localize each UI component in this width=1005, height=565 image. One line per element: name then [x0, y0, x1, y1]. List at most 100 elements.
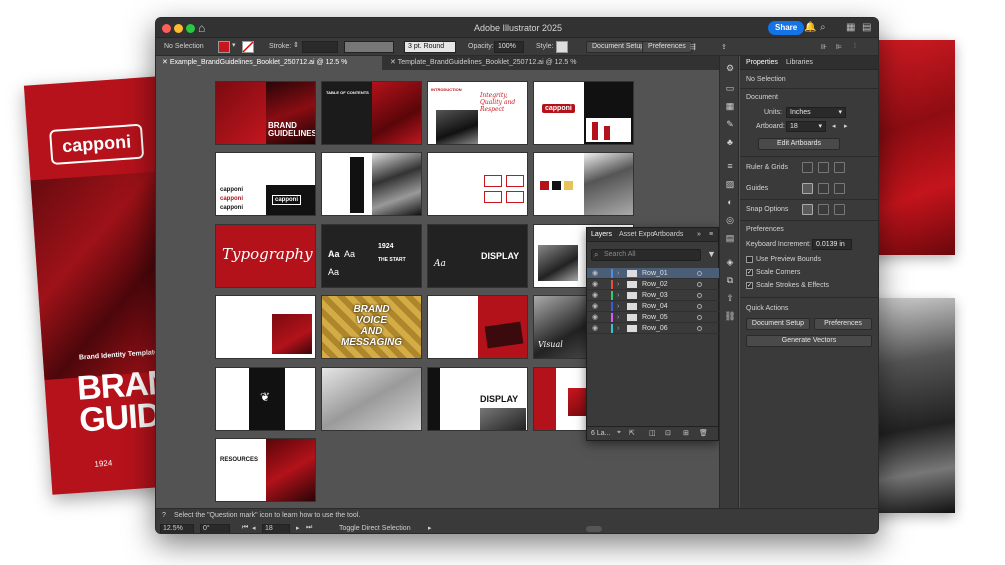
- tab-layers[interactable]: Layers: [591, 231, 612, 238]
- artboard-logo-vertical[interactable]: [321, 152, 422, 216]
- stroke-icon[interactable]: ≡: [724, 160, 736, 172]
- bell-icon[interactable]: 🔔: [804, 22, 816, 33]
- rotation-field[interactable]: 0°: [200, 524, 230, 533]
- artboard-nav-field[interactable]: 18: [262, 524, 290, 533]
- opacity-field[interactable]: 100%: [494, 41, 524, 53]
- previous-artboard-icon[interactable]: ◂: [832, 122, 836, 130]
- gradient-icon[interactable]: ▨: [724, 178, 736, 190]
- artboard-introduction[interactable]: INTRODUCTION Integrity, Quality and Resp…: [427, 81, 528, 145]
- lock-guides-icon[interactable]: [818, 183, 829, 194]
- layer-row[interactable]: ◉ › Row_02: [587, 279, 720, 290]
- appearance-icon[interactable]: ◎: [724, 214, 736, 226]
- layer-row[interactable]: ◉ › Row_06: [587, 323, 720, 334]
- export-icon[interactable]: ⇪: [721, 43, 727, 51]
- chevron-right-icon[interactable]: ›: [617, 279, 619, 290]
- document-setup-button[interactable]: Document Setup: [586, 41, 651, 53]
- units-select[interactable]: Inches ▾: [786, 107, 846, 118]
- asset-export-icon[interactable]: ⇧: [724, 292, 736, 304]
- tab-artboards[interactable]: Artboards: [653, 231, 683, 238]
- artboards-icon[interactable]: ⧉: [724, 274, 736, 286]
- symbols-icon[interactable]: ♣: [724, 136, 736, 148]
- layer-target-circle[interactable]: [697, 271, 702, 276]
- scale-corners-checkbox[interactable]: ✓: [746, 269, 753, 276]
- locate-object-icon[interactable]: ⌖: [617, 429, 621, 437]
- graphic-styles-icon[interactable]: ▤: [724, 232, 736, 244]
- artboard-canvas[interactable]: BRAND GUIDELINES TABLE OF CONTENTS INTRO…: [156, 70, 720, 508]
- visibility-eye-icon[interactable]: ◉: [592, 290, 598, 301]
- workspace-icon[interactable]: ▦: [846, 22, 855, 33]
- help-icon[interactable]: ?: [162, 512, 166, 519]
- artboard-resources[interactable]: RESOURCES: [215, 438, 316, 502]
- tab-asset-export[interactable]: Asset Expo: [619, 231, 654, 238]
- status-menu-arrow-icon[interactable]: ▸: [428, 524, 432, 532]
- tab-template-document[interactable]: ✕ Template_BrandGuidelines_Booklet_25071…: [384, 56, 624, 80]
- expand-panel-icon[interactable]: »: [697, 231, 701, 238]
- chevron-right-icon[interactable]: ›: [617, 312, 619, 323]
- brush-definition[interactable]: 3 pt. Round: [404, 41, 456, 53]
- trash-icon[interactable]: 🗑: [699, 429, 708, 437]
- show-guides-icon[interactable]: [802, 183, 813, 194]
- artboard-cover[interactable]: BRAND GUIDELINES: [215, 81, 316, 145]
- artboard-text-spread[interactable]: [215, 295, 316, 359]
- next-artboard-nav-icon[interactable]: ▸: [296, 524, 300, 532]
- share-button[interactable]: Share: [768, 21, 805, 35]
- artboard-messaging[interactable]: [427, 295, 528, 359]
- new-layer-icon[interactable]: ⊞: [683, 429, 689, 437]
- visibility-eye-icon[interactable]: ◉: [592, 268, 598, 279]
- layer-target-circle[interactable]: [697, 293, 702, 298]
- layer-target-circle[interactable]: [697, 326, 702, 331]
- swatches-icon[interactable]: ▦: [724, 100, 736, 112]
- previous-artboard-nav-icon[interactable]: ◂: [252, 524, 256, 532]
- tab-properties[interactable]: Properties: [746, 59, 778, 66]
- chevron-right-icon[interactable]: ›: [617, 268, 619, 279]
- stroke-stepper-icon[interactable]: ⇕: [293, 41, 299, 49]
- quick-preferences-button[interactable]: Preferences: [814, 318, 872, 330]
- distribute-icon[interactable]: ⫶: [854, 43, 856, 51]
- artboard-type-specimen[interactable]: Aa Aa Aa 1924 THE START: [321, 224, 422, 288]
- artboard-typography[interactable]: Typography: [215, 224, 316, 288]
- libraries-icon[interactable]: ▭: [724, 82, 736, 94]
- graphic-style-swatch[interactable]: [556, 41, 568, 53]
- layer-row[interactable]: ◉ › Row_04: [587, 301, 720, 312]
- chevron-right-icon[interactable]: ›: [617, 323, 619, 334]
- brushes-icon[interactable]: ✎: [724, 118, 736, 130]
- align-left-icon[interactable]: ⊫: [836, 43, 842, 51]
- keyboard-increment-field[interactable]: 0.0139 in: [812, 239, 852, 250]
- snap-to-point-icon[interactable]: [802, 204, 813, 215]
- edit-artboards-button[interactable]: Edit Artboards: [758, 138, 840, 150]
- ruler-icon[interactable]: [802, 162, 813, 173]
- artboard-table-of-contents[interactable]: TABLE OF CONTENTS: [321, 81, 422, 145]
- use-preview-bounds-checkbox[interactable]: [746, 256, 753, 263]
- variable-width-profile[interactable]: [344, 41, 394, 53]
- zoom-field[interactable]: 12.5%: [160, 524, 194, 533]
- scale-strokes-checkbox[interactable]: ✓: [746, 282, 753, 289]
- transparency-grid-icon[interactable]: [834, 162, 845, 173]
- fill-swatch[interactable]: [218, 41, 230, 53]
- layer-target-circle[interactable]: [697, 304, 702, 309]
- artboard-laurel[interactable]: ❦: [215, 367, 316, 431]
- stroke-weight-field[interactable]: [302, 41, 338, 53]
- visibility-eye-icon[interactable]: ◉: [592, 312, 598, 323]
- layers-search-input[interactable]: Search All: [591, 249, 701, 261]
- snap-to-pixel-icon[interactable]: [818, 204, 829, 215]
- artboard-logo[interactable]: capponi: [533, 81, 634, 145]
- transparency-icon[interactable]: ◐: [724, 196, 736, 208]
- layer-target-circle[interactable]: [697, 282, 702, 287]
- next-artboard-icon[interactable]: ▸: [844, 122, 848, 130]
- artboard-display-car[interactable]: DISPLAY: [427, 367, 528, 431]
- visibility-eye-icon[interactable]: ◉: [592, 279, 598, 290]
- layer-row[interactable]: ◉ › Row_05: [587, 312, 720, 323]
- preferences-button[interactable]: Preferences: [642, 41, 692, 53]
- layer-row[interactable]: ◉ › Row_01: [587, 268, 720, 279]
- panel-menu-icon[interactable]: ≡: [709, 231, 713, 238]
- snap-to-glyph-icon[interactable]: [834, 204, 845, 215]
- color-icon[interactable]: ⚙: [724, 62, 736, 74]
- artboard-brand-voice[interactable]: BRAND VOICE AND MESSAGING: [321, 295, 422, 359]
- quick-document-setup-button[interactable]: Document Setup: [746, 318, 810, 330]
- artboard-logo-misuse[interactable]: [427, 152, 528, 216]
- layer-target-circle[interactable]: [697, 315, 702, 320]
- artboard-select[interactable]: 18 ▾: [786, 121, 826, 132]
- horizontal-scrollbar-thumb[interactable]: [586, 526, 602, 532]
- generate-vectors-button[interactable]: Generate Vectors: [746, 335, 872, 347]
- clipping-mask-icon[interactable]: ◫: [649, 429, 656, 437]
